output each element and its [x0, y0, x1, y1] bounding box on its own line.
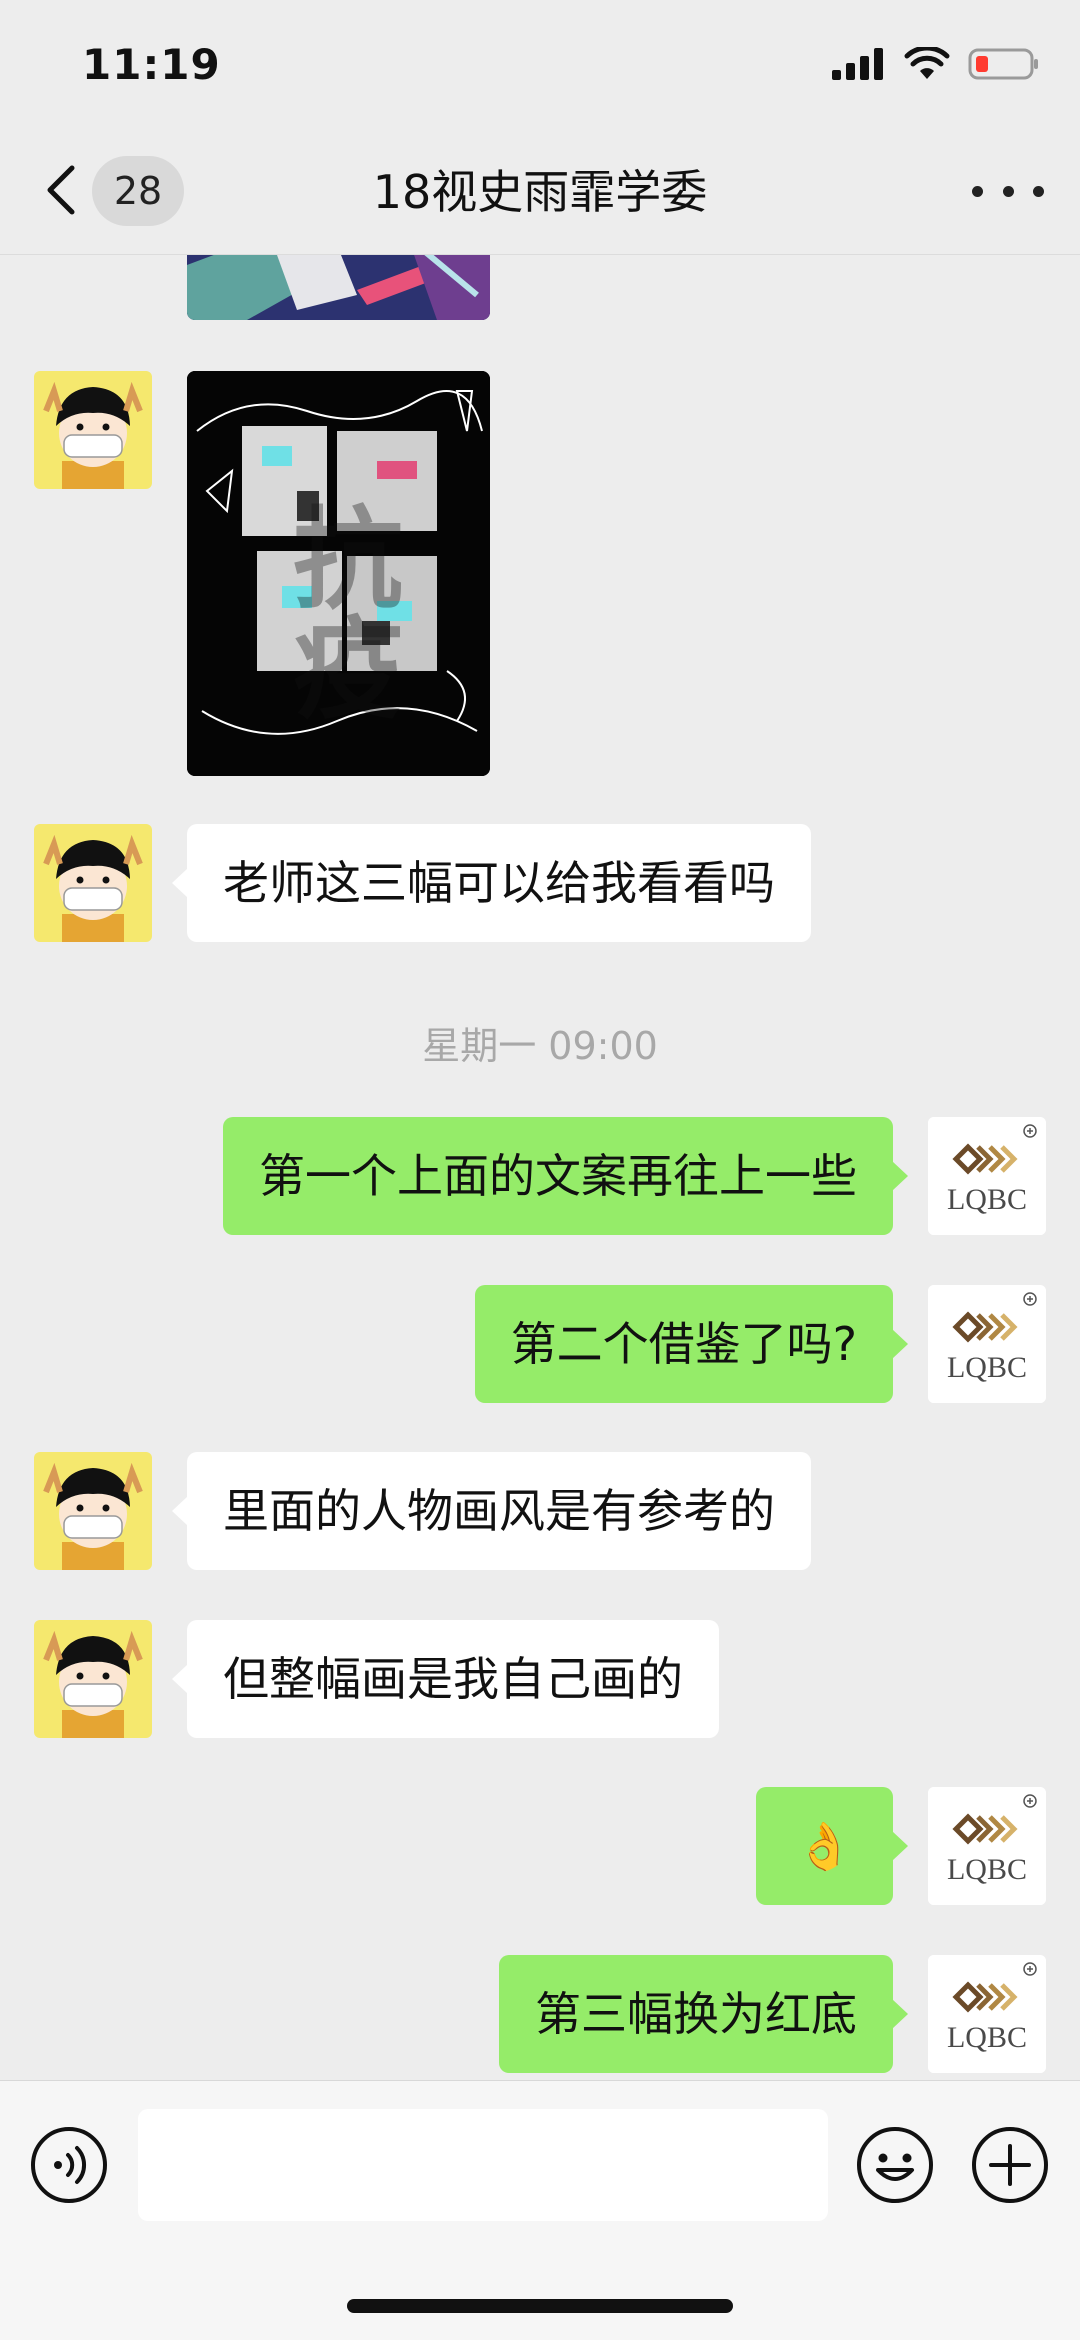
message-bubble-outgoing[interactable]: 第一个上面的文案再往上一些	[223, 1117, 908, 1235]
signal-icon	[832, 48, 883, 80]
contact-avatar-image	[34, 371, 152, 489]
message-timestamp: 星期一 09:00	[422, 1024, 658, 1068]
status-time: 11:19	[82, 40, 221, 89]
wifi-icon	[904, 47, 950, 79]
battery-icon	[968, 48, 1038, 80]
more-icon	[972, 185, 983, 197]
message-input[interactable]	[138, 2109, 828, 2221]
message-bubble-outgoing[interactable]: 👌	[755, 1787, 909, 1905]
lqbc-logo-icon: LQBC	[928, 1955, 1046, 2073]
contact-avatar-image	[34, 824, 152, 942]
contact-avatar-image	[34, 1452, 152, 1570]
contact-avatar[interactable]	[34, 824, 152, 942]
lqbc-logo-icon: LQBC	[928, 1285, 1046, 1403]
my-avatar[interactable]: LQBC	[928, 1285, 1046, 1403]
emoji-icon	[857, 2127, 933, 2203]
contact-avatar[interactable]	[34, 1452, 152, 1570]
my-avatar[interactable]: LQBC	[928, 1117, 1046, 1235]
poster-text: 抗疫	[274, 501, 402, 721]
unread-count-badge[interactable]: 28	[92, 156, 184, 226]
voice-icon	[31, 2127, 107, 2203]
my-avatar[interactable]: LQBC	[928, 1787, 1046, 1905]
status-bar: 11:19	[0, 0, 1080, 130]
message-bubble-outgoing[interactable]: 第三幅换为红底	[499, 1955, 908, 2073]
lqbc-logo-text: LQBC	[947, 1183, 1027, 1216]
status-icons	[832, 44, 1040, 84]
lqbc-logo-icon: LQBC	[928, 1787, 1046, 1905]
image-message[interactable]	[187, 255, 490, 320]
message-bubble-outgoing[interactable]: 第二个借鉴了吗?	[474, 1285, 909, 1403]
home-indicator[interactable]	[347, 2299, 733, 2313]
message-bubble-incoming[interactable]: 老师这三幅可以给我看看吗	[172, 824, 811, 942]
message-bubble-incoming[interactable]: 里面的人物画风是有参考的	[172, 1452, 811, 1570]
contact-avatar-image	[34, 1620, 152, 1738]
message-bubble-incoming[interactable]: 但整幅画是我自己画的	[172, 1620, 719, 1738]
lqbc-logo-icon: LQBC	[928, 1117, 1046, 1235]
nav-bar: 18视史雨霏学委 28	[0, 130, 1080, 255]
plus-icon	[972, 2127, 1048, 2203]
emoji-button[interactable]	[856, 2126, 934, 2204]
contact-avatar[interactable]	[34, 371, 152, 489]
lqbc-logo-text: LQBC	[947, 1853, 1027, 1886]
artwork-image	[187, 255, 490, 320]
more-functions-button[interactable]	[971, 2126, 1049, 2204]
image-message[interactable]: 抗疫	[187, 371, 490, 776]
voice-button[interactable]	[30, 2126, 108, 2204]
more-button[interactable]	[972, 176, 1044, 206]
poster-image: 抗疫	[187, 371, 490, 776]
back-icon	[47, 165, 75, 215]
back-button[interactable]	[40, 158, 80, 222]
lqbc-logo-text: LQBC	[947, 1351, 1027, 1384]
chat-area[interactable]: 抗疫 老师这三幅可以给我看看吗 星期一 09:00 第一个上面的文案再往上一些	[0, 255, 1080, 2080]
my-avatar[interactable]: LQBC	[928, 1955, 1046, 2073]
contact-avatar[interactable]	[34, 1620, 152, 1738]
lqbc-logo-text: LQBC	[947, 2021, 1027, 2054]
